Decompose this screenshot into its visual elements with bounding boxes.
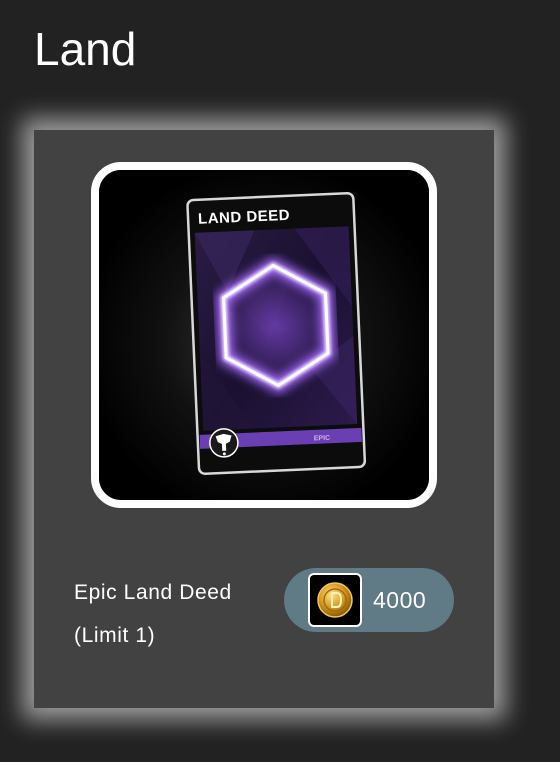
gold-coin-icon: [308, 573, 362, 627]
page-title: Land: [34, 23, 137, 75]
rarity-text: EPIC: [314, 435, 331, 443]
item-name: Epic Land Deed (Limit 1): [74, 581, 232, 647]
buy-price-button[interactable]: 4000: [284, 568, 454, 632]
price-value: 4000: [373, 587, 427, 613]
shop-item-card: LAND DEED EPIC Epic Land Deed (Limit 1): [34, 130, 494, 708]
land-deed-card-image: LAND DEED EPIC: [99, 170, 429, 500]
item-image-frame[interactable]: LAND DEED EPIC: [91, 162, 437, 508]
